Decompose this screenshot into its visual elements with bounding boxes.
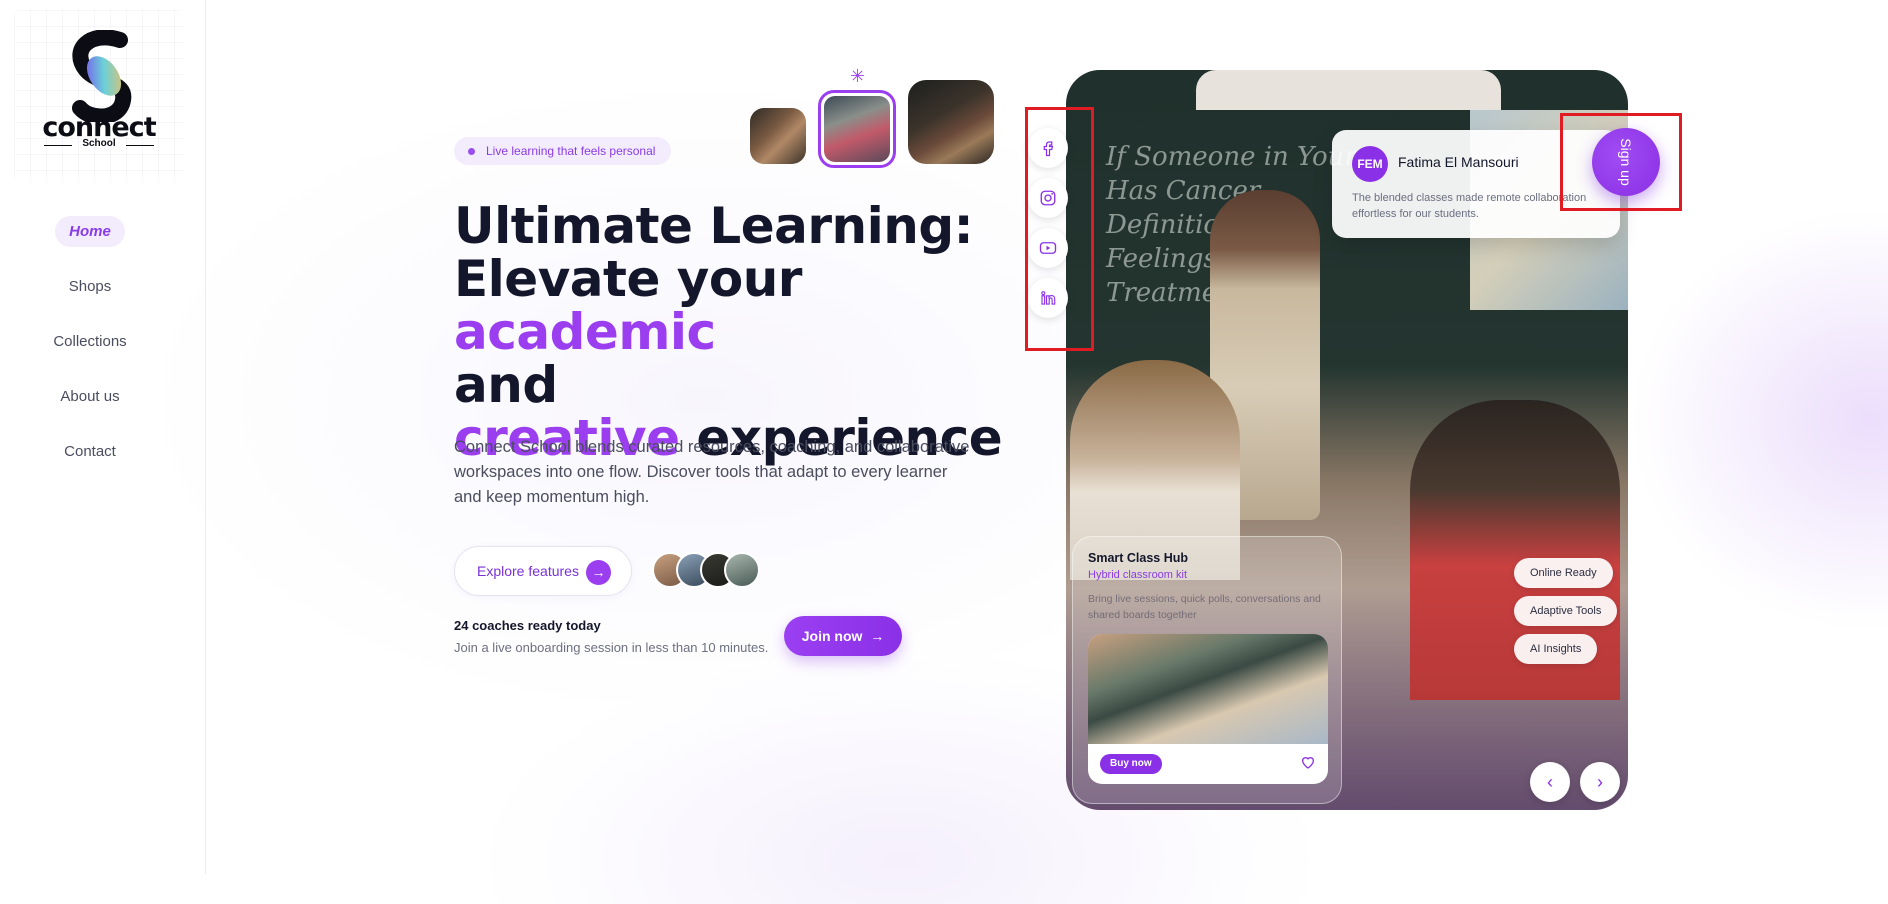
dot-icon	[468, 148, 475, 155]
heart-icon[interactable]	[1300, 754, 1316, 770]
arrow-right-icon: →	[866, 628, 885, 644]
card-tab	[1196, 70, 1501, 110]
explore-features-button[interactable]: Explore features →	[454, 546, 632, 596]
chalk-line: Feelings	[1106, 244, 1217, 274]
nav-item-shops[interactable]: Shops	[55, 271, 126, 302]
explore-label: Explore features	[477, 563, 579, 579]
thumbnail-classroom-1[interactable]	[750, 108, 806, 164]
feature-ai-insights[interactable]: AI Insights	[1514, 634, 1598, 664]
carousel-next-button[interactable]: ›	[1580, 762, 1620, 802]
logo-mark-icon	[72, 30, 132, 122]
main-nav: Home Shops Collections About us Contact	[0, 216, 180, 491]
carousel-prev-button[interactable]: ‹	[1530, 762, 1570, 802]
buy-now-button[interactable]: Buy now	[1100, 754, 1162, 774]
nav-item-contact[interactable]: Contact	[50, 436, 130, 467]
chevron-right-icon: ›	[1597, 772, 1603, 792]
coaches-subtitle: Join a live onboarding session in less t…	[454, 640, 769, 655]
hub-description: Bring live sessions, quick polls, conver…	[1088, 593, 1321, 621]
join-now-button[interactable]: Join now →	[784, 616, 902, 656]
headline-line-2a: Elevate your	[454, 250, 802, 308]
testimonial-name: Fatima El Mansouri	[1398, 154, 1519, 170]
hero-headline: Ultimate Learning: Elevate your academic…	[454, 200, 1014, 465]
feature-online-ready[interactable]: Online Ready	[1514, 558, 1613, 588]
hero-description: Connect School blends curated resources,…	[454, 438, 970, 506]
arrow-right-icon: →	[586, 560, 611, 585]
nav-item-about-us[interactable]: About us	[46, 381, 133, 412]
headline-accent-academic: academic	[454, 303, 716, 361]
thumbnail-classroom-2-selected[interactable]	[818, 90, 896, 168]
nav-item-home[interactable]: Home	[55, 216, 125, 247]
avatar: FEM	[1352, 146, 1388, 182]
pill-label: Live learning that feels personal	[486, 144, 656, 158]
thumbnail-classroom-3[interactable]	[908, 80, 994, 164]
sparkle-icon: ✳	[850, 66, 866, 86]
hub-subtitle: Hybrid classroom kit	[1088, 569, 1188, 581]
nav-item-collections[interactable]: Collections	[39, 326, 140, 357]
avatar	[724, 552, 760, 588]
logo-subtitle: School	[36, 138, 162, 149]
headline-line-1: Ultimate Learning:	[454, 197, 974, 255]
highlight-box-sign-up	[1560, 113, 1682, 211]
logo[interactable]: connect School	[14, 10, 184, 182]
coaches-title: 24 coaches ready today	[454, 618, 601, 633]
hub-product-card: Buy now	[1088, 634, 1328, 784]
chalk-line: Treatment	[1106, 278, 1245, 308]
join-label: Join now	[801, 628, 863, 644]
feature-adaptive-tools[interactable]: Adaptive Tools	[1514, 596, 1618, 626]
hub-title: Smart Class Hub	[1088, 551, 1189, 565]
highlight-box-socials	[1025, 107, 1094, 351]
chevron-left-icon: ‹	[1547, 772, 1553, 792]
hub-product-image	[1088, 634, 1328, 744]
live-learning-pill: Live learning that feels personal	[454, 137, 672, 165]
headline-line-3: and	[454, 356, 558, 414]
sidebar: connect School Home Shops Collections Ab…	[0, 0, 206, 874]
